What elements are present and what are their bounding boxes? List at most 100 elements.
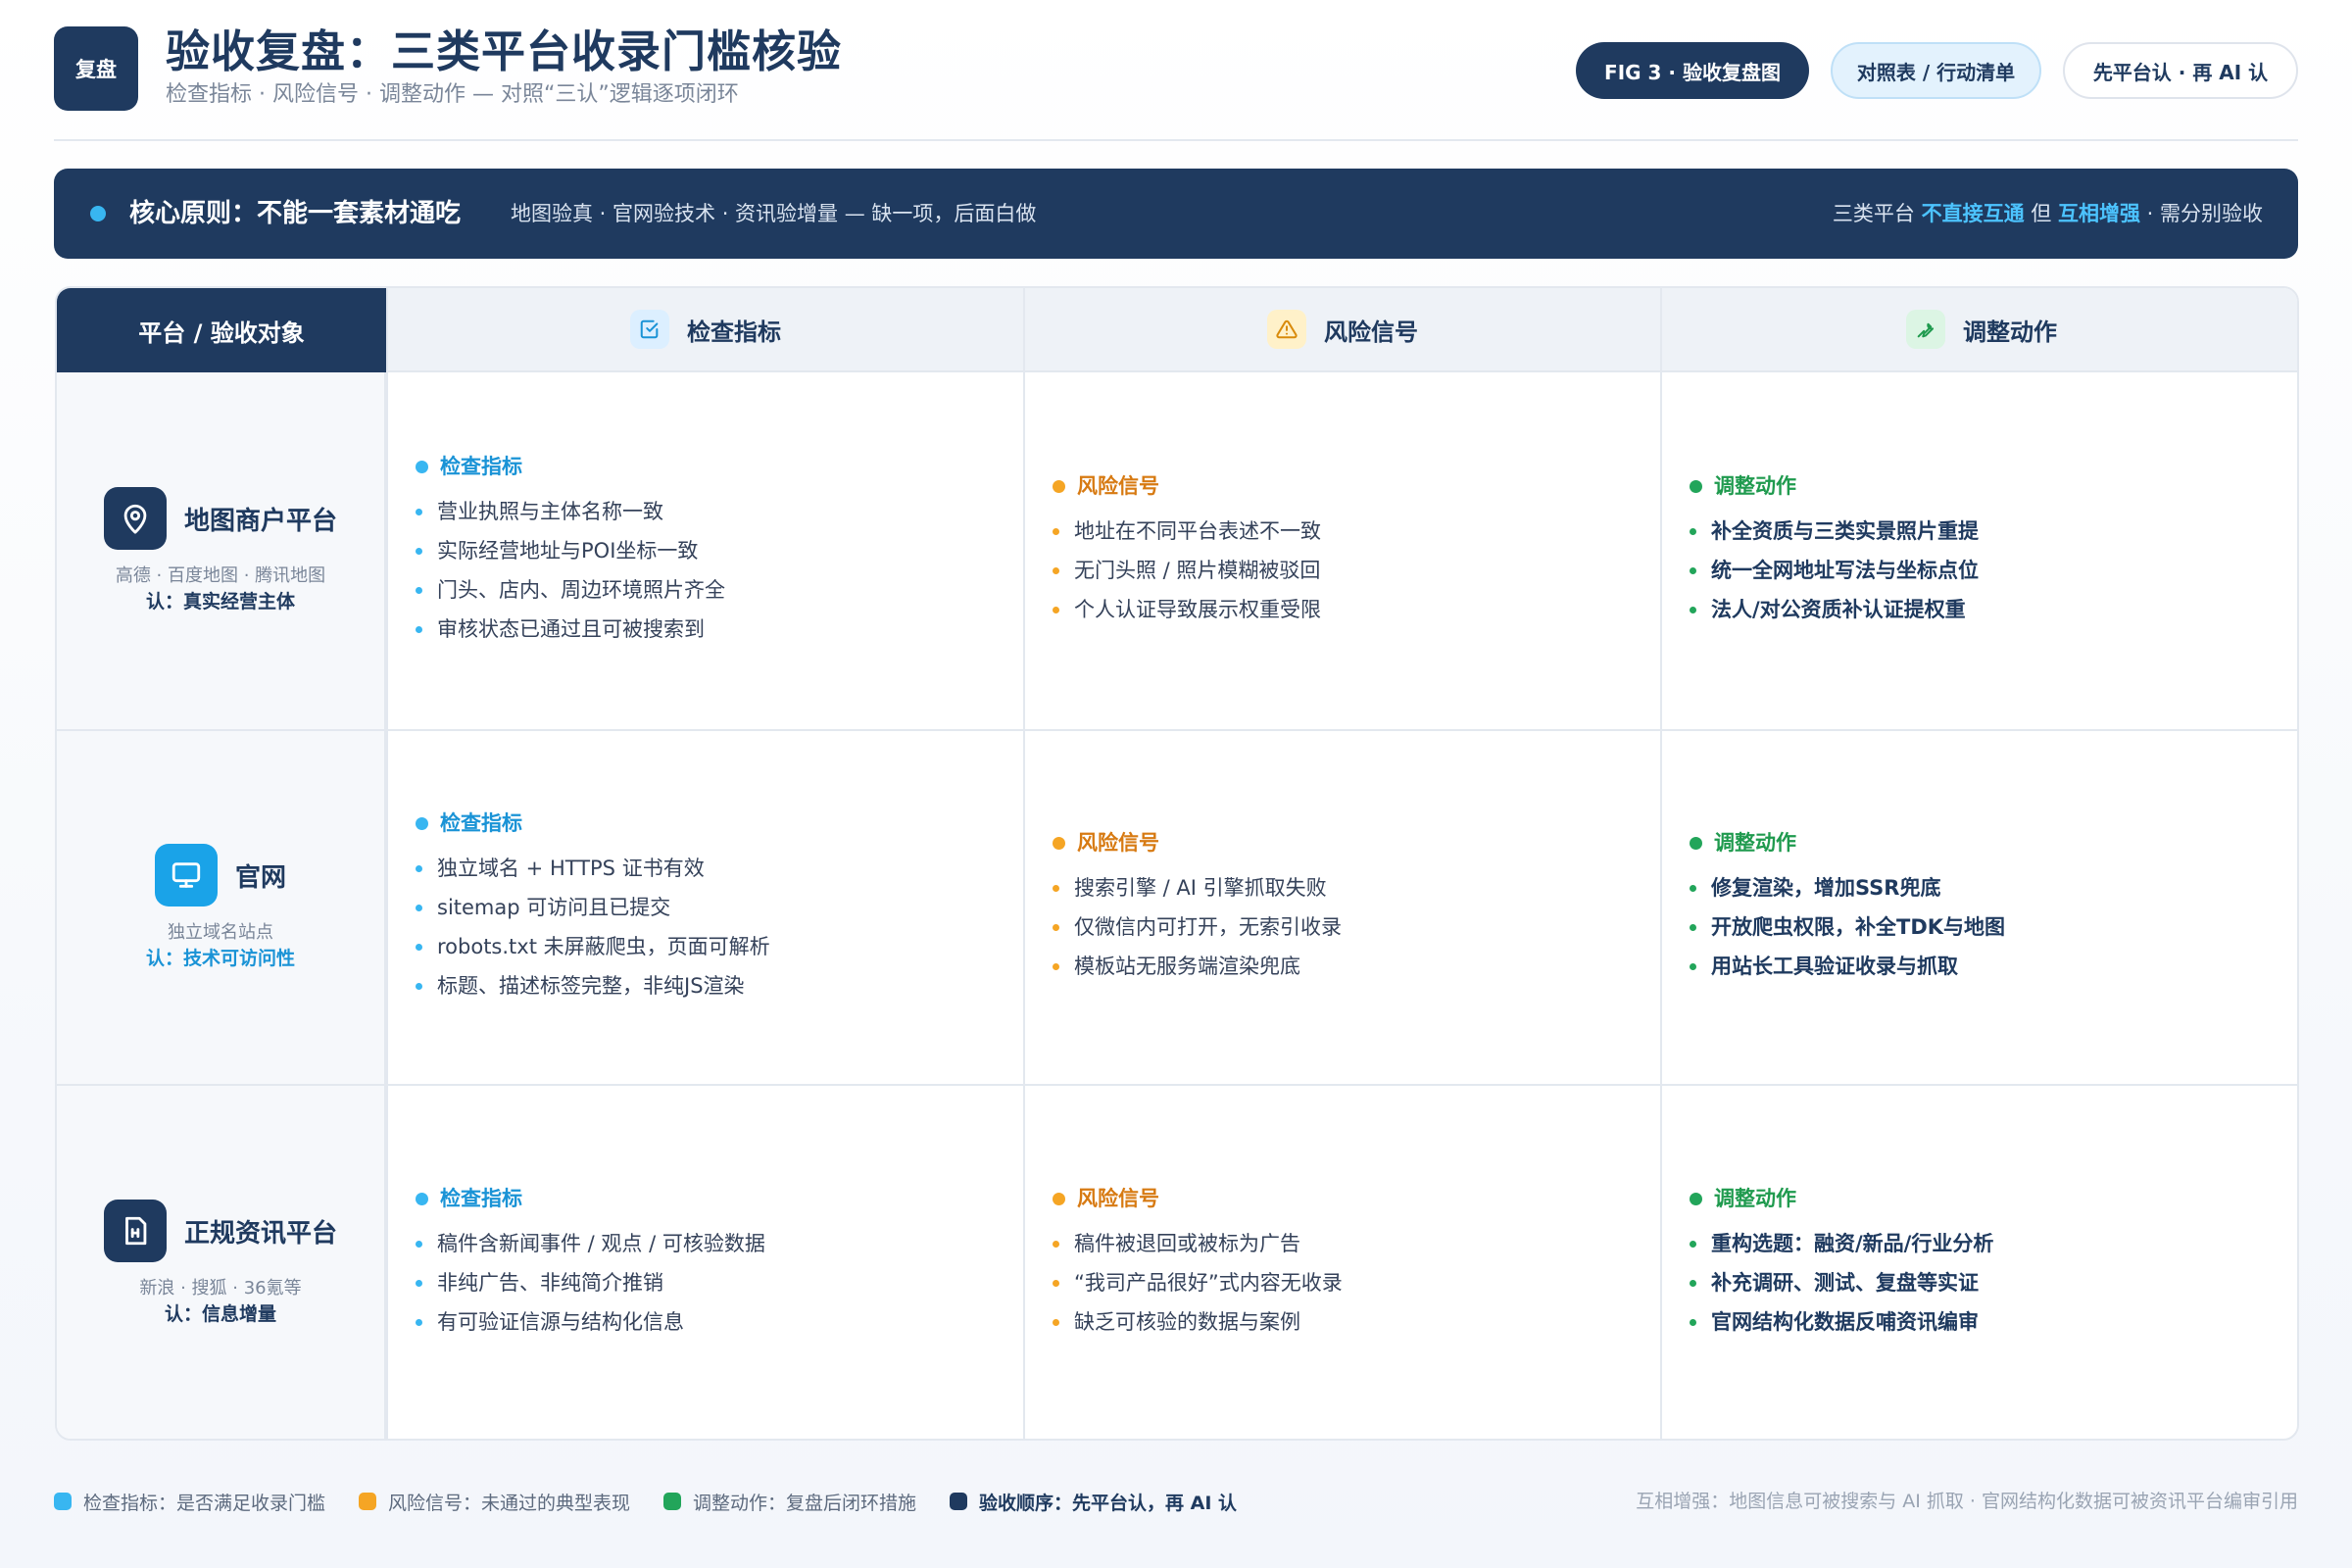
heading-dot <box>416 1192 428 1205</box>
table-tag: 对照表 / 行动清单 <box>1831 42 2041 99</box>
heading-dot <box>416 816 428 830</box>
page-subtitle: 检查指标 · 风险信号 · 调整动作 — 对照“三认”逻辑逐项闭环 <box>166 82 739 107</box>
risk-list: 地址在不同平台表述不一致 无门头照 / 照片模糊被驳回 个人认证导致展示权重受限 <box>1053 512 1641 629</box>
risk-cell: 风险信号 地址在不同平台表述不一致 无门头照 / 照片模糊被驳回 个人认证导致展… <box>1023 372 1660 729</box>
list-item: 个人认证导致展示权重受限 <box>1053 590 1641 629</box>
cell-heading: 调整动作 <box>1690 1185 2281 1212</box>
platform-cell: 官网 独立域名站点 认：技术可访问性 <box>57 731 386 1084</box>
banner-dot <box>90 206 106 221</box>
column-header-label: 检查指标 <box>687 318 781 346</box>
heading-dot <box>1690 1192 1702 1205</box>
cell-heading: 风险信号 <box>1053 829 1641 857</box>
legend-label: 验收顺序：先平台认，再 AI 认 <box>979 1492 1238 1514</box>
list-item: 营业执照与主体名称一致 <box>416 492 1004 531</box>
list-item: 重构选题：融资/新品/行业分析 <box>1690 1224 2281 1263</box>
list-item: 法人/对公资质补认证提权重 <box>1690 590 2281 629</box>
heading-dot <box>1053 836 1065 850</box>
platform-name: 地图商户平台 <box>183 506 337 536</box>
figure-tag: FIG 3 · 验收复盘图 <box>1576 42 1809 99</box>
cell-heading: 检查指标 <box>416 809 1004 837</box>
action-cell: 调整动作 重构选题：融资/新品/行业分析 补充调研、测试、复盘等实证 官网结构化… <box>1660 1086 2297 1439</box>
heading-dot <box>1690 836 1702 850</box>
platform-head: 地图商户平台 <box>103 487 337 550</box>
cell-heading-label: 风险信号 <box>1077 474 1159 498</box>
heading-dot <box>416 460 428 473</box>
list-item: 统一全网地址写法与坐标点位 <box>1690 551 2281 590</box>
title-block: 验收复盘：三类平台收录门槛核验 检查指标 · 风险信号 · 调整动作 — 对照“… <box>166 26 842 110</box>
risk-cell: 风险信号 搜索引擎 / AI 引擎抓取失败 仅微信内可打开，无索引收录 模板站无… <box>1023 731 1660 1084</box>
cell-heading-label: 调整动作 <box>1714 474 1796 498</box>
check-list: 独立域名 + HTTPS 证书有效 sitemap 可访问且已提交 robots… <box>416 849 1004 1005</box>
platform-cell: 正规资讯平台 新浪 · 搜狐 · 36氪等 认：信息增量 <box>57 1086 386 1439</box>
legend-label: 风险信号：未通过的典型表现 <box>388 1492 631 1514</box>
cell-heading: 检查指标 <box>416 1185 1004 1212</box>
document-icon <box>103 1200 167 1262</box>
column-header-label: 风险信号 <box>1324 318 1418 346</box>
cell-heading-label: 风险信号 <box>1077 831 1159 855</box>
list-item: 无门头照 / 照片模糊被驳回 <box>1053 551 1641 590</box>
list-item: “我司产品很好”式内容无收录 <box>1053 1263 1641 1302</box>
cell-heading: 风险信号 <box>1053 1185 1641 1212</box>
list-item: robots.txt 未屏蔽爬虫，页面可解析 <box>416 927 1004 966</box>
platform-recognize: 认：技术可访问性 <box>145 948 295 969</box>
check-list: 稿件含新闻事件 / 观点 / 可核验数据 非纯广告、非纯简介推销 有可验证信源与… <box>416 1224 1004 1342</box>
list-item: 搜索引擎 / AI 引擎抓取失败 <box>1053 868 1641 907</box>
list-item: 用站长工具验证收录与抓取 <box>1690 947 2281 986</box>
acceptance-matrix: 平台 / 验收对象 检查指标 风险信号 调整动作 地图商户平台 高德 · 百度地… <box>55 286 2299 1441</box>
row-map-platform: 地图商户平台 高德 · 百度地图 · 腾讯地图 认：真实经营主体 检查指标 营业… <box>57 372 2297 729</box>
cell-heading-label: 风险信号 <box>1077 1187 1159 1210</box>
list-item: 开放爬虫权限，补全TDK与地图 <box>1690 907 2281 947</box>
platform-examples: 高德 · 百度地图 · 腾讯地图 <box>115 565 326 586</box>
action-list: 修复渲染，增加SSR兜底 开放爬虫权限，补全TDK与地图 用站长工具验证收录与抓… <box>1690 868 2281 986</box>
check-list: 营业执照与主体名称一致 实际经营地址与POI坐标一致 门头、店内、周边环境照片齐… <box>416 492 1004 649</box>
legend-item-check: 检查指标：是否满足收录门槛 <box>54 1489 325 1515</box>
platform-recognize: 认：信息增量 <box>164 1303 276 1325</box>
footer-note: 互相增强：地图信息可被搜索与 AI 抓取 · 官网结构化数据可被资讯平台编审引用 <box>1636 1491 2298 1512</box>
check-cell: 检查指标 稿件含新闻事件 / 观点 / 可核验数据 非纯广告、非纯简介推销 有可… <box>386 1086 1023 1439</box>
banner-description: 地图验真 · 官网验技术 · 资讯验增量 — 缺一项，后面白做 <box>511 202 1037 225</box>
platform-head: 官网 <box>154 844 286 906</box>
banner-note-part: · 需分别验收 <box>2139 202 2263 225</box>
page-title: 验收复盘：三类平台收录门槛核验 <box>166 25 843 77</box>
warning-triangle-icon <box>1267 310 1306 349</box>
list-item: 仅微信内可打开，无索引收录 <box>1053 907 1641 947</box>
banner-title: 核心原则：不能一套素材通吃 <box>129 199 462 228</box>
list-item: 实际经营地址与POI坐标一致 <box>416 531 1004 570</box>
cell-heading-label: 检查指标 <box>440 455 522 478</box>
column-header-risk: 风险信号 <box>1023 288 1660 372</box>
map-pin-icon <box>103 487 167 550</box>
matrix-corner-header: 平台 / 验收对象 <box>57 288 386 372</box>
list-item: 稿件被退回或被标为广告 <box>1053 1224 1641 1263</box>
platform-head: 正规资讯平台 <box>103 1200 337 1262</box>
banner-note-part: 三类平台 <box>1832 202 1922 225</box>
cell-heading-label: 检查指标 <box>440 811 522 835</box>
order-tag: 先平台认 · 再 AI 认 <box>2063 42 2298 99</box>
list-item: 地址在不同平台表述不一致 <box>1053 512 1641 551</box>
list-item: 标题、描述标签完整，非纯JS渲染 <box>416 966 1004 1005</box>
list-item: 有可验证信源与结构化信息 <box>416 1302 1004 1342</box>
legend-swatch <box>359 1493 377 1510</box>
list-item: 独立域名 + HTTPS 证书有效 <box>416 849 1004 888</box>
principle-banner: 核心原则：不能一套素材通吃 地图验真 · 官网验技术 · 资讯验增量 — 缺一项… <box>54 169 2298 259</box>
legend-label: 调整动作：复盘后闭环措施 <box>693 1492 917 1514</box>
platform-cell: 地图商户平台 高德 · 百度地图 · 腾讯地图 认：真实经营主体 <box>57 372 386 729</box>
cell-heading: 检查指标 <box>416 453 1004 480</box>
list-item: 模板站无服务端渲染兜底 <box>1053 947 1641 986</box>
checkbox-icon <box>630 310 669 349</box>
heading-dot <box>1053 479 1065 493</box>
risk-list: 稿件被退回或被标为广告 “我司产品很好”式内容无收录 缺乏可核验的数据与案例 <box>1053 1224 1641 1342</box>
legend-item-order: 验收顺序：先平台认，再 AI 认 <box>950 1489 1237 1515</box>
action-cell: 调整动作 补全资质与三类实景照片重提 统一全网地址写法与坐标点位 法人/对公资质… <box>1660 372 2297 729</box>
wrench-icon <box>1906 310 1945 349</box>
legend-label: 检查指标：是否满足收录门槛 <box>83 1492 326 1514</box>
monitor-icon <box>154 844 218 906</box>
heading-dot <box>1690 479 1702 493</box>
list-item: 稿件含新闻事件 / 观点 / 可核验数据 <box>416 1224 1004 1263</box>
cell-heading: 调整动作 <box>1690 829 2281 857</box>
banner-note: 三类平台 不直接互通 但 互相增强 · 需分别验收 <box>1833 200 2263 227</box>
list-item: 非纯广告、非纯简介推销 <box>416 1263 1004 1302</box>
platform-recognize: 认：真实经营主体 <box>145 591 295 612</box>
action-list: 重构选题：融资/新品/行业分析 补充调研、测试、复盘等实证 官网结构化数据反哺资… <box>1690 1224 2281 1342</box>
header-divider <box>54 139 2298 141</box>
legend-swatch <box>663 1493 682 1510</box>
